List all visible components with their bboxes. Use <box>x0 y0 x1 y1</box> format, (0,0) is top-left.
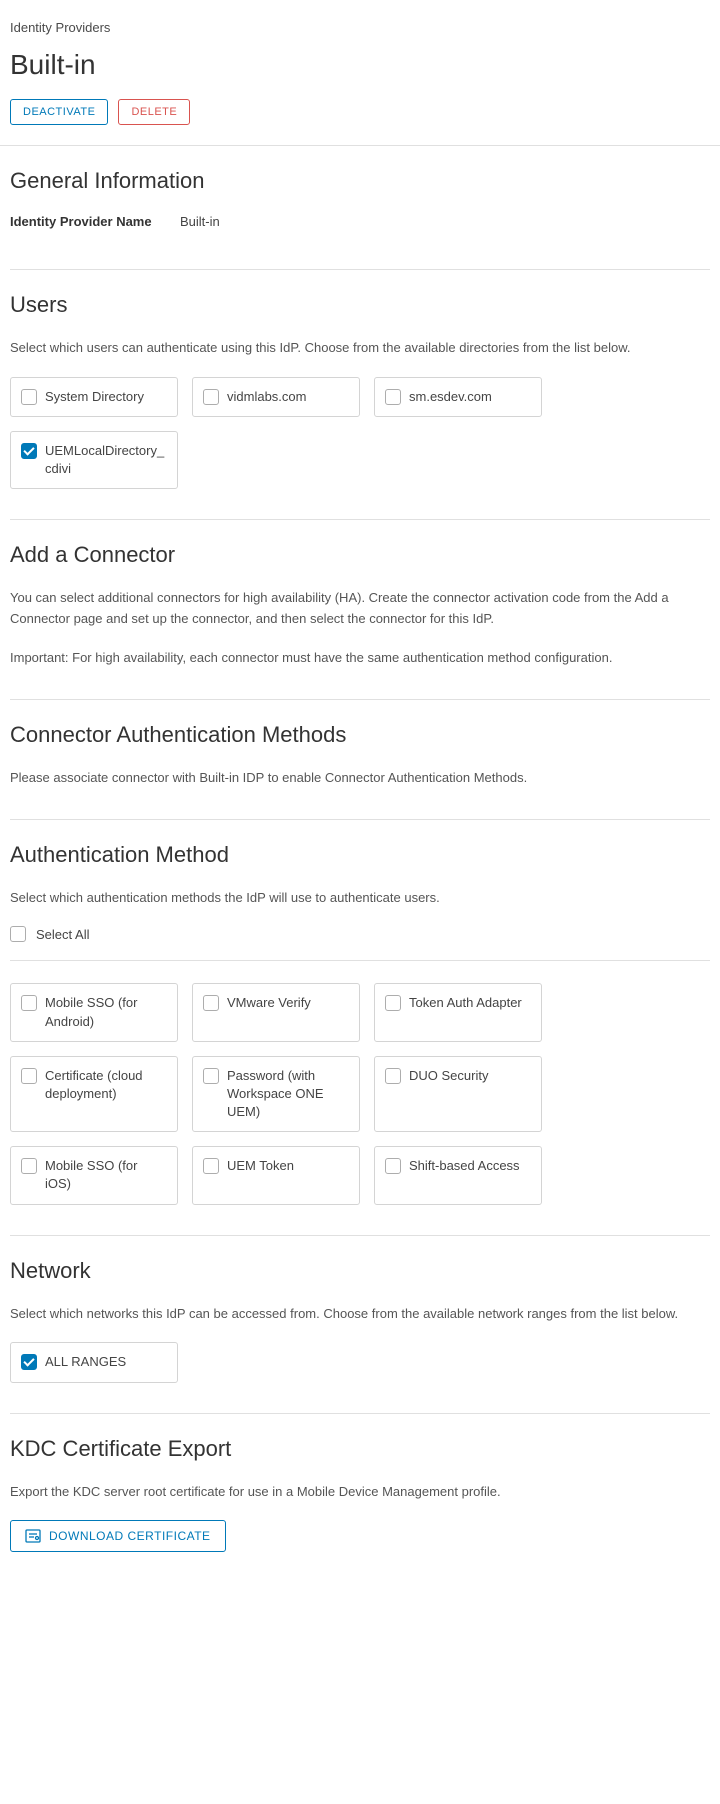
idp-name-label: Identity Provider Name <box>10 214 180 229</box>
auth-method-card[interactable]: Mobile SSO (for Android) <box>10 983 178 1041</box>
certificate-icon <box>25 1529 41 1543</box>
checkbox-icon[interactable] <box>385 389 401 405</box>
checkbox-icon[interactable] <box>21 1068 37 1084</box>
auth-method-card[interactable]: VMware Verify <box>192 983 360 1041</box>
directory-card[interactable]: UEMLocalDirectory_cdivi <box>10 431 178 489</box>
auth-method-label: Mobile SSO (for iOS) <box>45 1157 167 1193</box>
kdc-desc: Export the KDC server root certificate f… <box>10 1482 710 1503</box>
auth-method-label: Certificate (cloud deployment) <box>45 1067 167 1103</box>
auth-method-label: VMware Verify <box>227 994 311 1012</box>
divider <box>10 960 710 961</box>
connector-desc1: You can select additional connectors for… <box>10 588 710 630</box>
directory-label: sm.esdev.com <box>409 388 492 406</box>
network-desc: Select which networks this IdP can be ac… <box>10 1304 710 1325</box>
auth-method-desc: Select which authentication methods the … <box>10 888 710 909</box>
users-desc: Select which users can authenticate usin… <box>10 338 710 359</box>
connector-auth-desc: Please associate connector with Built-in… <box>10 768 710 789</box>
network-heading: Network <box>10 1258 710 1284</box>
divider <box>10 1413 710 1414</box>
users-grid: System Directory vidmlabs.com sm.esdev.c… <box>10 377 710 490</box>
auth-method-label: Mobile SSO (for Android) <box>45 994 167 1030</box>
divider <box>10 269 710 270</box>
connector-auth-heading: Connector Authentication Methods <box>10 722 710 748</box>
checkbox-icon[interactable] <box>21 443 37 459</box>
directory-card[interactable]: System Directory <box>10 377 178 417</box>
directory-label: vidmlabs.com <box>227 388 306 406</box>
delete-button[interactable]: DELETE <box>118 99 190 125</box>
auth-method-label: DUO Security <box>409 1067 488 1085</box>
network-grid: ALL RANGES <box>10 1342 710 1382</box>
auth-method-card[interactable]: Certificate (cloud deployment) <box>10 1056 178 1133</box>
auth-method-grid: Mobile SSO (for Android) VMware Verify T… <box>10 983 710 1204</box>
directory-card[interactable]: vidmlabs.com <box>192 377 360 417</box>
divider <box>10 819 710 820</box>
checkbox-icon[interactable] <box>203 995 219 1011</box>
checkbox-icon[interactable] <box>203 389 219 405</box>
download-certificate-button[interactable]: DOWNLOAD CERTIFICATE <box>10 1520 226 1552</box>
page-title: Built-in <box>10 49 710 81</box>
select-all-row[interactable]: Select All <box>10 926 710 942</box>
users-heading: Users <box>10 292 710 318</box>
checkbox-icon[interactable] <box>10 926 26 942</box>
auth-method-label: UEM Token <box>227 1157 294 1175</box>
checkbox-icon[interactable] <box>385 1158 401 1174</box>
auth-method-card[interactable]: Mobile SSO (for iOS) <box>10 1146 178 1204</box>
checkbox-icon[interactable] <box>21 389 37 405</box>
kdc-heading: KDC Certificate Export <box>10 1436 710 1462</box>
connector-heading: Add a Connector <box>10 542 710 568</box>
checkbox-icon[interactable] <box>385 995 401 1011</box>
divider <box>10 519 710 520</box>
network-card[interactable]: ALL RANGES <box>10 1342 178 1382</box>
breadcrumb[interactable]: Identity Providers <box>10 20 710 35</box>
directory-label: UEMLocalDirectory_cdivi <box>45 442 167 478</box>
select-all-label: Select All <box>36 927 89 942</box>
divider <box>10 1235 710 1236</box>
directory-label: System Directory <box>45 388 144 406</box>
idp-name-value: Built-in <box>180 214 220 229</box>
checkbox-icon[interactable] <box>21 1354 37 1370</box>
checkbox-icon[interactable] <box>203 1158 219 1174</box>
checkbox-icon[interactable] <box>385 1068 401 1084</box>
auth-method-card[interactable]: DUO Security <box>374 1056 542 1133</box>
checkbox-icon[interactable] <box>203 1068 219 1084</box>
network-label: ALL RANGES <box>45 1353 126 1371</box>
auth-method-label: Token Auth Adapter <box>409 994 522 1012</box>
auth-method-card[interactable]: Shift-based Access <box>374 1146 542 1204</box>
divider <box>0 145 720 146</box>
auth-method-card[interactable]: Password (with Workspace ONE UEM) <box>192 1056 360 1133</box>
auth-method-label: Shift-based Access <box>409 1157 520 1175</box>
auth-method-card[interactable]: UEM Token <box>192 1146 360 1204</box>
checkbox-icon[interactable] <box>21 995 37 1011</box>
divider <box>10 699 710 700</box>
checkbox-icon[interactable] <box>21 1158 37 1174</box>
connector-desc2: Important: For high availability, each c… <box>10 648 710 669</box>
general-information-heading: General Information <box>10 168 710 194</box>
download-certificate-label: DOWNLOAD CERTIFICATE <box>49 1529 211 1543</box>
auth-method-label: Password (with Workspace ONE UEM) <box>227 1067 349 1122</box>
deactivate-button[interactable]: DEACTIVATE <box>10 99 108 125</box>
directory-card[interactable]: sm.esdev.com <box>374 377 542 417</box>
auth-method-heading: Authentication Method <box>10 842 710 868</box>
auth-method-card[interactable]: Token Auth Adapter <box>374 983 542 1041</box>
